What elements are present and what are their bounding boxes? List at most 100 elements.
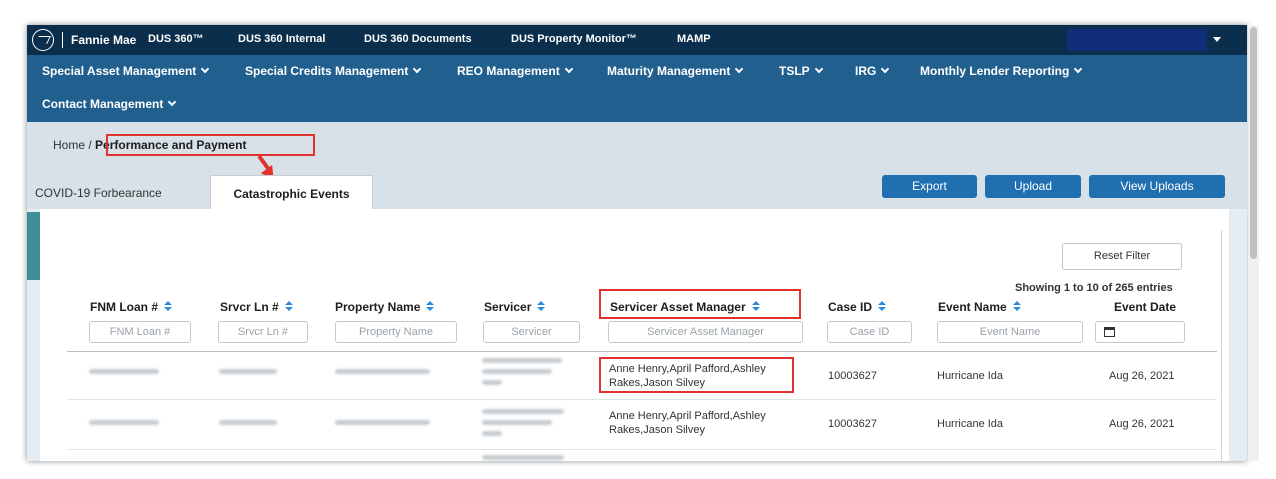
row-divider	[67, 399, 1217, 400]
event-date-cell: Aug 26, 2021	[1109, 418, 1175, 430]
user-menu-redacted[interactable]	[1067, 29, 1207, 51]
menu-monthly-lender-reporting[interactable]: Monthly Lender Reporting	[920, 64, 1083, 78]
event-name-cell: Hurricane Ida	[937, 418, 1004, 430]
redacted-servicer	[482, 420, 552, 425]
column-label: Event Name	[938, 300, 1007, 314]
servicer-filter-input[interactable]	[483, 321, 580, 343]
scrollbar-thumb[interactable]	[1250, 27, 1257, 259]
event-date-cell: Aug 26, 2021	[1109, 370, 1175, 382]
fannie-mae-logo-icon[interactable]	[32, 29, 54, 51]
srvcr-ln-filter-input[interactable]	[218, 321, 308, 343]
card-divider	[1221, 230, 1222, 461]
menu-label: Special Asset Management	[42, 64, 197, 78]
menu-special-asset-management[interactable]: Special Asset Management	[42, 64, 210, 78]
menu-label: TSLP	[779, 64, 810, 78]
redacted-srvcr-ln	[219, 369, 277, 374]
sort-icon[interactable]	[164, 301, 172, 312]
property-name-filter-input[interactable]	[335, 321, 457, 343]
top-nav-mamp[interactable]: MAMP	[677, 33, 711, 45]
servicer-asset-manager-filter-input[interactable]	[608, 321, 803, 343]
entries-count: Showing 1 to 10 of 265 entries	[1015, 282, 1173, 294]
sort-icon[interactable]	[878, 301, 887, 312]
upload-button[interactable]: Upload	[985, 175, 1081, 198]
redacted-servicer	[482, 431, 502, 436]
redacted-srvcr-ln	[219, 420, 277, 425]
chevron-down-icon	[564, 64, 573, 74]
menu-irg[interactable]: IRG	[855, 64, 890, 78]
sort-icon[interactable]	[284, 301, 293, 312]
column-header-servicer[interactable]: Servicer	[484, 300, 546, 314]
tab-catastrophic-events[interactable]: Catastrophic Events	[210, 175, 373, 209]
event-name-cell: Hurricane Ida	[937, 370, 1004, 382]
top-nav-dus-360[interactable]: DUS 360™	[148, 33, 204, 45]
table-header-divider	[67, 351, 1217, 352]
user-menu-caret-icon[interactable]	[1213, 37, 1221, 42]
redacted-property-name	[335, 369, 430, 374]
brand-name[interactable]: Fannie Mae	[71, 33, 136, 47]
menu-label: Contact Management	[42, 97, 164, 111]
redacted-servicer	[482, 409, 564, 414]
main-menu-bar: Special Asset Management Special Credits…	[27, 55, 1247, 122]
redacted-servicer	[482, 369, 552, 374]
event-name-filter-input[interactable]	[937, 321, 1083, 343]
column-header-srvcr-ln[interactable]: Srvcr Ln #	[220, 300, 293, 314]
menu-tslp[interactable]: TSLP	[779, 64, 823, 78]
breadcrumb-separator: /	[88, 138, 92, 152]
column-header-case-id[interactable]: Case ID	[828, 300, 887, 314]
top-nav-dus-360-documents[interactable]: DUS 360 Documents	[364, 33, 472, 45]
page-scrollbar[interactable]	[1247, 25, 1259, 461]
column-label: FNM Loan #	[90, 300, 158, 314]
redacted-servicer	[482, 455, 564, 460]
fnm-loan-filter-input[interactable]	[89, 321, 191, 343]
menu-label: Monthly Lender Reporting	[920, 64, 1070, 78]
top-nav-dus-property-monitor[interactable]: DUS Property Monitor™	[511, 33, 637, 45]
view-uploads-button[interactable]: View Uploads	[1089, 175, 1225, 198]
side-panel-handle[interactable]	[27, 212, 40, 280]
chevron-down-icon	[168, 97, 177, 107]
sort-icon[interactable]	[1012, 301, 1021, 312]
chevron-down-icon	[201, 64, 210, 74]
breadcrumb-home[interactable]: Home	[53, 138, 85, 152]
menu-label: REO Management	[457, 64, 560, 78]
menu-special-credits-management[interactable]: Special Credits Management	[245, 64, 422, 78]
redacted-property-name	[335, 420, 430, 425]
top-nav-dus-360-internal[interactable]: DUS 360 Internal	[238, 33, 325, 45]
redacted-servicer	[482, 358, 562, 363]
event-date-filter-input[interactable]	[1095, 321, 1185, 343]
export-button[interactable]: Export	[882, 175, 977, 198]
asset-manager-line: Rakes,Jason Silvey	[609, 424, 705, 436]
chevron-down-icon	[814, 64, 823, 74]
column-header-event-date[interactable]: Event Date	[1114, 300, 1176, 314]
column-label: Srvcr Ln #	[220, 300, 279, 314]
menu-contact-management[interactable]: Contact Management	[42, 97, 177, 111]
case-id-cell: 10003627	[828, 370, 877, 382]
app-window: Fannie Mae DUS 360™ DUS 360 Internal DUS…	[27, 25, 1247, 461]
column-header-event-name[interactable]: Event Name	[938, 300, 1021, 314]
column-label: Event Date	[1114, 300, 1177, 314]
column-label: Case ID	[828, 300, 873, 314]
chevron-down-icon	[413, 64, 422, 74]
redacted-servicer	[482, 380, 502, 385]
menu-label: Maturity Management	[607, 64, 731, 78]
row-divider	[67, 449, 1217, 450]
column-label: Servicer	[484, 300, 532, 314]
sort-icon[interactable]	[537, 301, 546, 312]
redacted-fnm-loan	[89, 420, 159, 425]
column-header-property-name[interactable]: Property Name	[335, 300, 435, 314]
menu-maturity-management[interactable]: Maturity Management	[607, 64, 744, 78]
chevron-down-icon	[881, 64, 890, 74]
chevron-down-icon	[1074, 64, 1083, 74]
tab-covid-19-forbearance[interactable]: COVID-19 Forbearance	[27, 175, 210, 209]
sort-icon[interactable]	[426, 301, 435, 312]
asset-manager-cell: Anne Henry,April Pafford,Ashley Rakes,Jas…	[609, 409, 766, 437]
calendar-icon[interactable]	[1104, 327, 1115, 337]
chevron-down-icon	[735, 64, 744, 74]
reset-filter-button[interactable]: Reset Filter	[1062, 243, 1182, 270]
annotation-highlight-box	[599, 289, 801, 319]
brand-separator	[62, 32, 63, 48]
column-header-fnm-loan[interactable]: FNM Loan #	[90, 300, 172, 314]
case-id-filter-input[interactable]	[827, 321, 912, 343]
asset-manager-line: Anne Henry,April Pafford,Ashley	[609, 410, 766, 422]
menu-reo-management[interactable]: REO Management	[457, 64, 573, 78]
redacted-fnm-loan	[89, 369, 159, 374]
